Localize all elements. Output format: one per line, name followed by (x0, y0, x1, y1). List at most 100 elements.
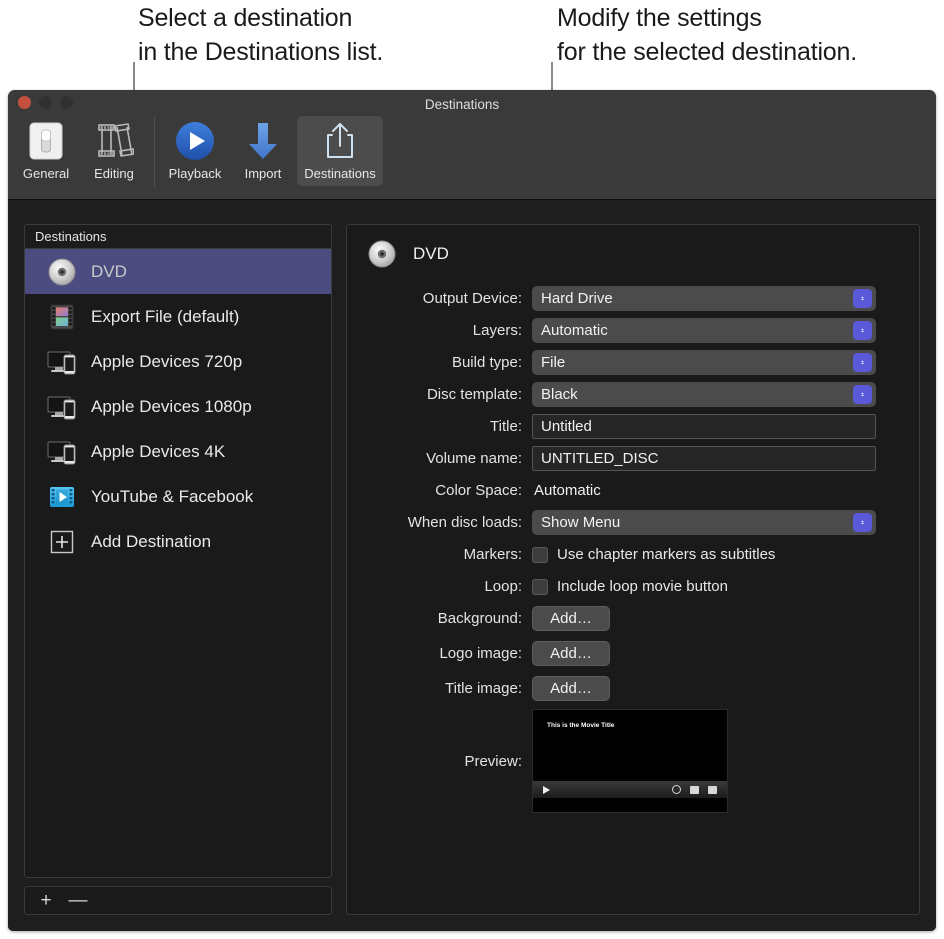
label-when-disc-loads: When disc loads: (407, 514, 522, 531)
destination-settings-panel: DVD Output Device: Hard Drive Layers: Au… (346, 224, 920, 915)
sidebar-item-apple-devices-4k[interactable]: Apple Devices 4K (25, 429, 331, 474)
destinations-rows: DVD Export File (default) Apple Devices … (25, 249, 331, 877)
preview-playback-bar (533, 781, 727, 798)
volume-name-input-value: UNTITLED_DISC (541, 450, 659, 467)
label-output-device: Output Device: (422, 290, 522, 307)
field-disc-template: Black (532, 382, 899, 407)
toolbar-item-editing[interactable]: Editing (80, 116, 148, 186)
sidebar-item-apple-devices-720p[interactable]: Apple Devices 720p (25, 339, 331, 384)
plus-square-icon (47, 527, 77, 557)
popup-value: File (541, 354, 566, 371)
film-color-icon (47, 302, 77, 332)
volume-name-input[interactable]: UNTITLED_DISC (532, 446, 876, 471)
sidebar-item-label: Apple Devices 720p (91, 351, 243, 371)
title-input[interactable]: Untitled (532, 414, 876, 439)
preview-subtitle-icon (690, 785, 699, 794)
form-row-title-image: Title image: Add… (367, 676, 899, 701)
form-row-disc-template: Disc template: Black (367, 382, 899, 407)
label-loop: Loop: (484, 578, 522, 595)
field-markers: Use chapter markers as subtitles (532, 546, 899, 563)
toolbar-label-import: Import (244, 166, 282, 181)
add-destination-button[interactable]: + (33, 889, 59, 913)
sidebar-item-export-file[interactable]: Export File (default) (25, 294, 331, 339)
play-circle-icon (174, 120, 216, 162)
field-build-type: File (532, 350, 899, 375)
chevron-updown-icon[interactable] (853, 513, 872, 532)
field-loop: Include loop movie button (532, 578, 899, 595)
app-window: Destinations General Editing Playback Im… (8, 90, 936, 931)
sidebar-item-label: YouTube & Facebook (91, 486, 254, 506)
sidebar-footer-toolbar: + — (24, 886, 332, 915)
markers-checkbox-label: Use chapter markers as subtitles (557, 546, 776, 563)
chevron-updown-icon[interactable] (853, 385, 872, 404)
popup-value: Automatic (541, 322, 608, 339)
sidebar-item-youtube-facebook[interactable]: YouTube & Facebook (25, 474, 331, 519)
chevron-updown-icon[interactable] (853, 289, 872, 308)
field-layers: Automatic (532, 318, 899, 343)
field-color-space: Automatic (532, 482, 899, 499)
sidebar-item-apple-devices-1080p[interactable]: Apple Devices 1080p (25, 384, 331, 429)
destinations-list-header: Destinations (25, 225, 331, 249)
field-volume-name: UNTITLED_DISC (532, 446, 899, 471)
checkbox-row-markers[interactable]: Use chapter markers as subtitles (532, 546, 775, 563)
toolbar-label-general: General (22, 166, 70, 181)
form-row-background: Background: Add… (367, 606, 899, 631)
apple-devices-icon (47, 347, 77, 377)
callout-left-text: Select a destination in the Destinations… (138, 4, 384, 66)
popup-build-type[interactable]: File (532, 350, 876, 375)
form-row-title: Title: Untitled (367, 414, 899, 439)
toolbar-item-destinations[interactable]: Destinations (297, 116, 383, 186)
field-when-disc-loads: Show Menu (532, 510, 899, 535)
preview-chapters-icon (708, 785, 717, 794)
form-row-markers: Markers: Use chapter markers as subtitle… (367, 542, 899, 567)
loop-checkbox-label: Include loop movie button (557, 578, 728, 595)
detail-header: DVD (367, 239, 899, 269)
download-arrow-icon (245, 120, 281, 162)
sidebar-item-label: Apple Devices 1080p (91, 396, 252, 416)
background-add-button[interactable]: Add… (532, 606, 610, 631)
popup-output-device[interactable]: Hard Drive (532, 286, 876, 311)
preview-disc-icon (672, 785, 681, 794)
field-preview: This is the Movie Title (532, 709, 899, 813)
label-preview: Preview: (464, 752, 522, 770)
toolbar-items: General Editing Playback Import Destinat… (12, 116, 383, 188)
remove-destination-button[interactable]: — (65, 889, 91, 913)
label-volume-name: Volume name: (426, 450, 522, 467)
sidebar-item-dvd[interactable]: DVD (25, 249, 331, 294)
destinations-list: Destinations DVD Export File (default) A… (24, 224, 332, 878)
toolbar-label-destinations: Destinations (304, 166, 376, 181)
sidebar-item-label: Export File (default) (91, 306, 240, 326)
label-background: Background: (437, 610, 522, 627)
field-title-image: Add… (532, 676, 899, 701)
toolbar-item-import[interactable]: Import (229, 116, 297, 186)
destinations-sidebar: Destinations DVD Export File (default) A… (24, 224, 332, 915)
title-image-add-button[interactable]: Add… (532, 676, 610, 701)
toolbar-item-playback[interactable]: Playback (161, 116, 229, 186)
popup-value: Show Menu (541, 514, 621, 531)
apple-devices-icon (47, 392, 77, 422)
checkbox-row-loop[interactable]: Include loop movie button (532, 578, 728, 595)
label-color-space: Color Space: (435, 482, 522, 499)
sidebar-item-add-destination[interactable]: Add Destination (25, 519, 331, 564)
label-layers: Layers: (472, 322, 522, 339)
share-export-icon (323, 120, 357, 162)
markers-checkbox[interactable] (532, 546, 548, 563)
label-logo-image: Logo image: (439, 645, 522, 662)
callout-right-text: Modify the settings for the selected des… (557, 4, 857, 66)
popup-disc-template[interactable]: Black (532, 382, 876, 407)
chevron-updown-icon[interactable] (853, 321, 872, 340)
form-row-loop: Loop: Include loop movie button (367, 574, 899, 599)
sidebar-item-label: Add Destination (91, 531, 212, 551)
popup-when-disc-loads[interactable]: Show Menu (532, 510, 876, 535)
dvd-disc-icon (367, 239, 397, 269)
chevron-updown-icon[interactable] (853, 353, 872, 372)
preview-thumbnail[interactable]: This is the Movie Title (532, 709, 728, 813)
popup-layers[interactable]: Automatic (532, 318, 876, 343)
logo-image-add-button[interactable]: Add… (532, 641, 610, 666)
label-title: Title: (490, 418, 522, 435)
loop-checkbox[interactable] (532, 578, 548, 595)
toolbar-item-general[interactable]: General (12, 116, 80, 186)
video-share-icon (47, 482, 77, 512)
sidebar-item-label: Apple Devices 4K (91, 441, 226, 461)
window-content: Destinations DVD Export File (default) A… (8, 200, 936, 931)
